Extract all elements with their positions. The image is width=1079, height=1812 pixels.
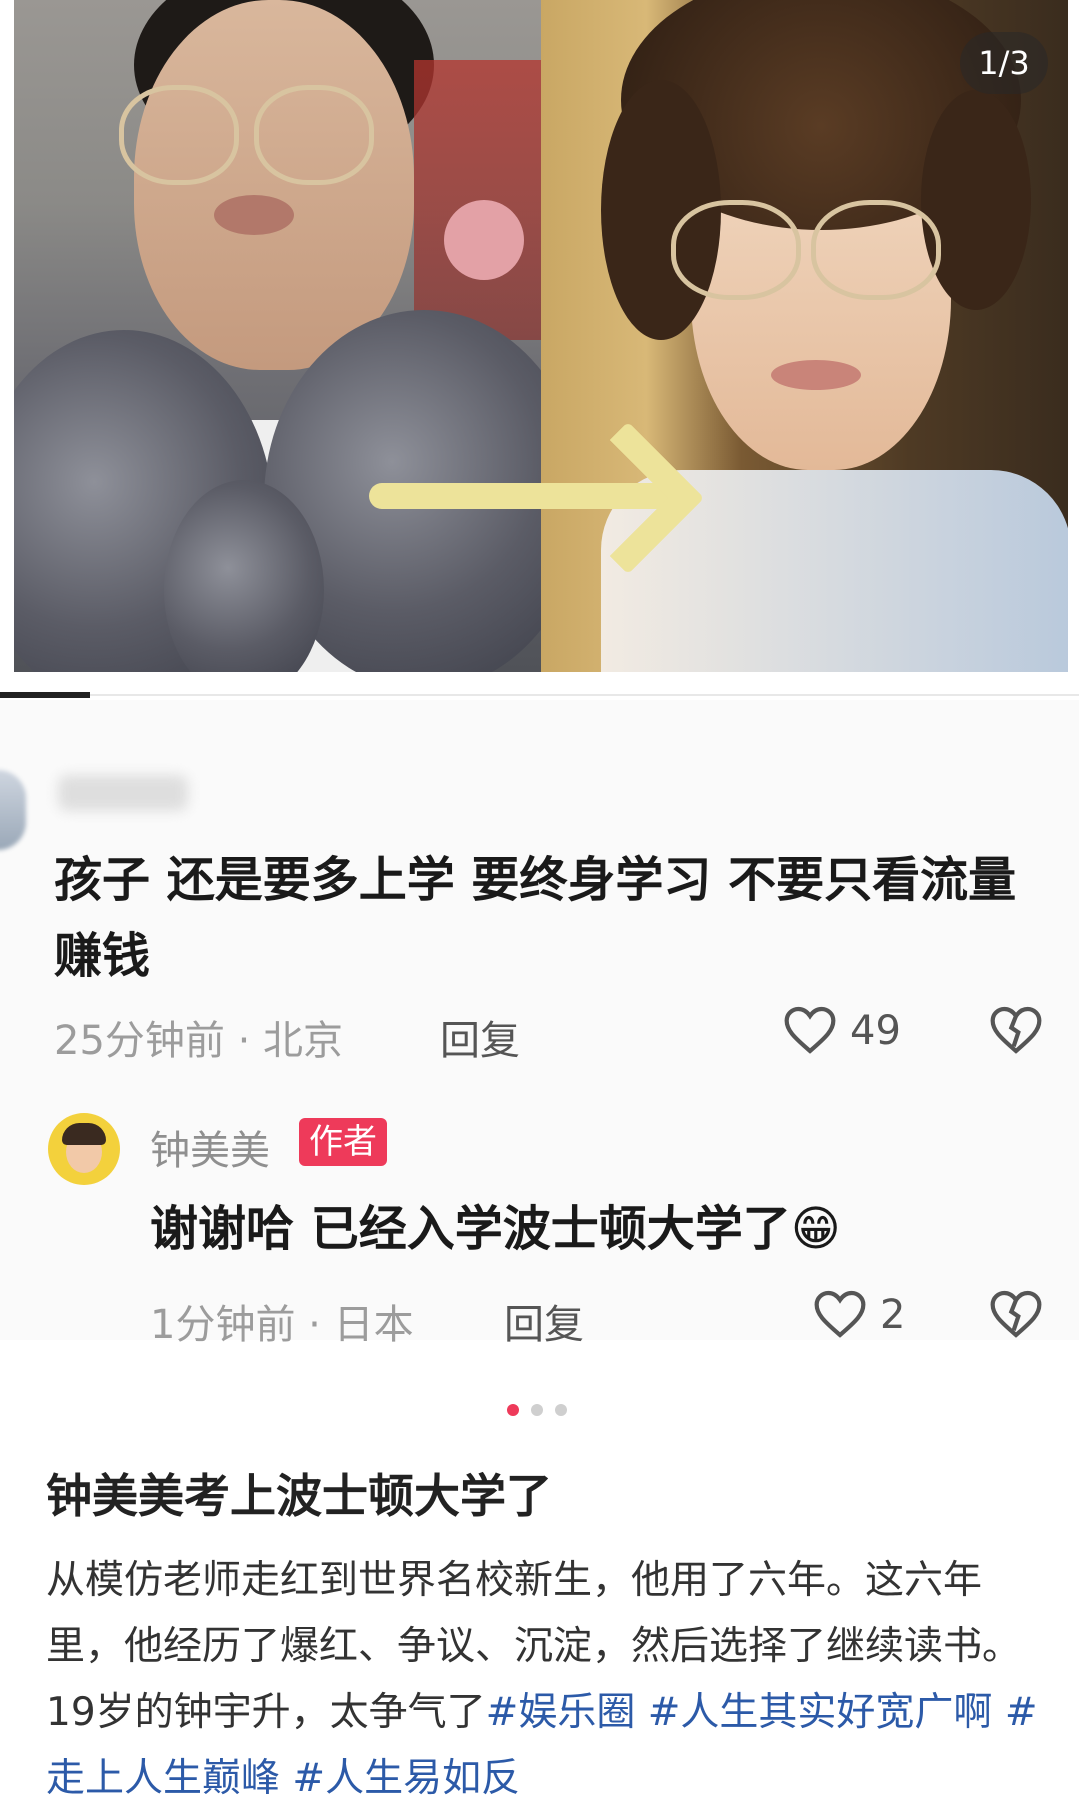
hashtag-link[interactable]: #娱乐圈: [486, 1690, 636, 1735]
heart-icon[interactable]: [782, 1004, 838, 1056]
page-dot-3[interactable]: [555, 1404, 567, 1416]
reply-text-content: 谢谢哈 已经入学波士顿大学了: [150, 1201, 791, 1257]
broken-heart-icon[interactable]: [988, 1288, 1044, 1340]
reply-time-location: 1分钟前 · 日本: [150, 1302, 414, 1348]
page-dot-1[interactable]: [507, 1404, 519, 1416]
reply-text: 谢谢哈 已经入学波士顿大学了😁: [150, 1194, 841, 1264]
broken-heart-icon[interactable]: [988, 1004, 1044, 1056]
image-counter: 1/3: [960, 32, 1048, 94]
author-name[interactable]: 钟美美: [150, 1118, 270, 1176]
comment-text: 孩子 还是要多上学 要终身学习 不要只看流量赚钱: [54, 852, 1017, 984]
comment-reply-button[interactable]: 回复: [440, 1008, 520, 1066]
progress-indicator: [0, 692, 90, 698]
page-dot-2[interactable]: [531, 1404, 543, 1416]
hashtag-link[interactable]: #人生其实好宽广啊: [648, 1690, 993, 1735]
post-image[interactable]: [14, 0, 1068, 672]
comment-like-count: 49: [850, 1008, 901, 1054]
reply-reply-button[interactable]: 回复: [504, 1292, 584, 1350]
author-badge: 作者: [299, 1118, 387, 1166]
image-carousel[interactable]: 1/3 孩子 还是要多上学 要终身学习 不要只看流量赚钱 25分钟前 · 北京 …: [0, 0, 1079, 1395]
post-title: 钟美美考上波士顿大学了: [46, 1469, 552, 1523]
progress-track: [0, 694, 1079, 696]
photo-before: [14, 0, 541, 672]
author-avatar[interactable]: [48, 1113, 120, 1185]
blurred-username: [58, 775, 188, 811]
hashtag-link[interactable]: #人生易如反: [292, 1756, 520, 1801]
photo-after: [541, 0, 1068, 672]
post-body: 从模仿老师走红到世界名校新生，他用了六年。这六年里，他经历了爆红、争议、沉淀，然…: [46, 1548, 1056, 1812]
reply-like-count: 2: [880, 1292, 906, 1338]
comment-time-location: 25分钟前 · 北京: [54, 1018, 344, 1064]
heart-icon[interactable]: [812, 1288, 868, 1340]
grin-emoji-icon: 😁: [790, 1201, 841, 1257]
